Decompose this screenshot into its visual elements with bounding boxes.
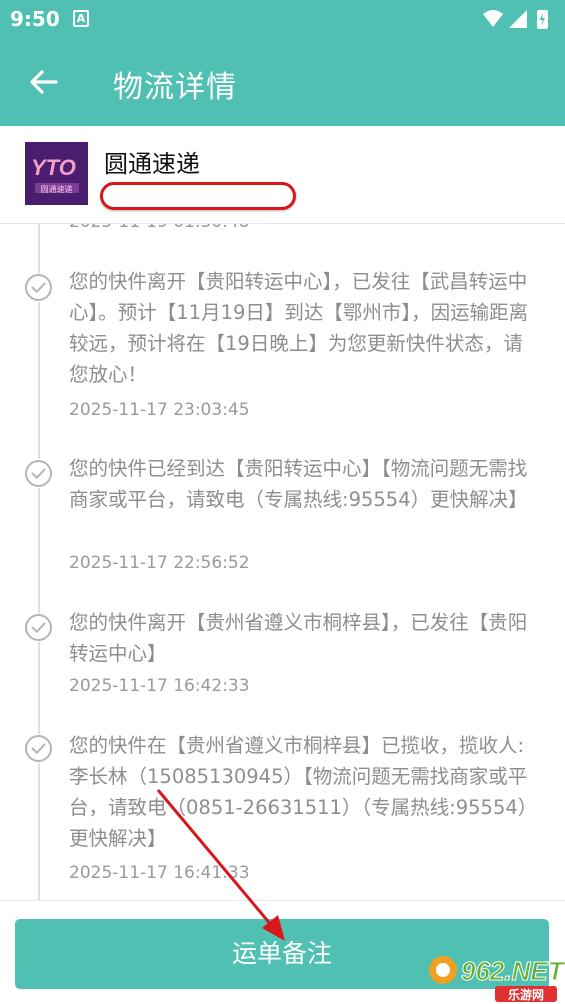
back-arrow-icon[interactable] — [22, 60, 66, 104]
wifi-icon — [483, 10, 503, 27]
svg-text:圆通速递: 圆通速递 — [41, 184, 73, 194]
status-bar: 9:50 A — [0, 0, 565, 38]
svg-text:乐游网: 乐游网 — [508, 987, 544, 1002]
event-text: 您的快件已经到达【贵阳转运中心】【物流问题无需找商家或平台，请致电（专属热线:9… — [69, 457, 528, 511]
svg-text:962.NET: 962.NET — [461, 956, 565, 986]
check-circle-icon — [24, 459, 53, 488]
check-circle-icon — [24, 613, 53, 642]
event-time: 2025-11-19 01:30:48 — [69, 224, 250, 232]
event-time: 2025-11-17 16:41:33 — [69, 863, 250, 883]
courier-name: 圆通速递 — [104, 150, 200, 178]
signal-icon — [509, 10, 527, 28]
tracking-number-redacted — [100, 182, 296, 210]
check-circle-icon — [24, 734, 53, 763]
watermark-logo: 962.NET 乐游网 — [429, 956, 565, 1002]
event-time: 2025-11-17 23:03:45 — [69, 400, 250, 420]
timeline-line — [38, 224, 40, 900]
event-text: 您的快件离开【贵州省遵义市桐梓县】，已发往【贵阳转运中心】 — [69, 611, 528, 665]
page-title: 物流详情 — [113, 70, 237, 105]
status-icons — [483, 10, 548, 29]
event-time: 2025-11-17 22:56:52 — [69, 553, 250, 573]
tracking-timeline: 2025-11-19 01:30:48 您的快件离开【贵阳转运中心】，已发往【武… — [0, 224, 565, 900]
app-bar: 物流详情 — [0, 38, 565, 126]
event-time: 2025-11-17 16:42:33 — [69, 676, 250, 696]
svg-text:YTO: YTO — [31, 155, 76, 180]
event-text: 您的快件在【贵州省遵义市桐梓县】已揽收，揽收人: 李长林（15085130945… — [69, 734, 538, 850]
check-circle-icon — [24, 273, 53, 302]
notification-icon: A — [73, 10, 89, 27]
event-text: 您的快件离开【贵阳转运中心】，已发往【武昌转运中心】。预计【11月19日】到达【… — [69, 270, 529, 386]
status-time: 9:50 — [10, 7, 60, 31]
courier-logo: YTO 圆通速递 — [25, 142, 88, 205]
courier-header: YTO 圆通速递 圆通速递 — [0, 126, 565, 224]
